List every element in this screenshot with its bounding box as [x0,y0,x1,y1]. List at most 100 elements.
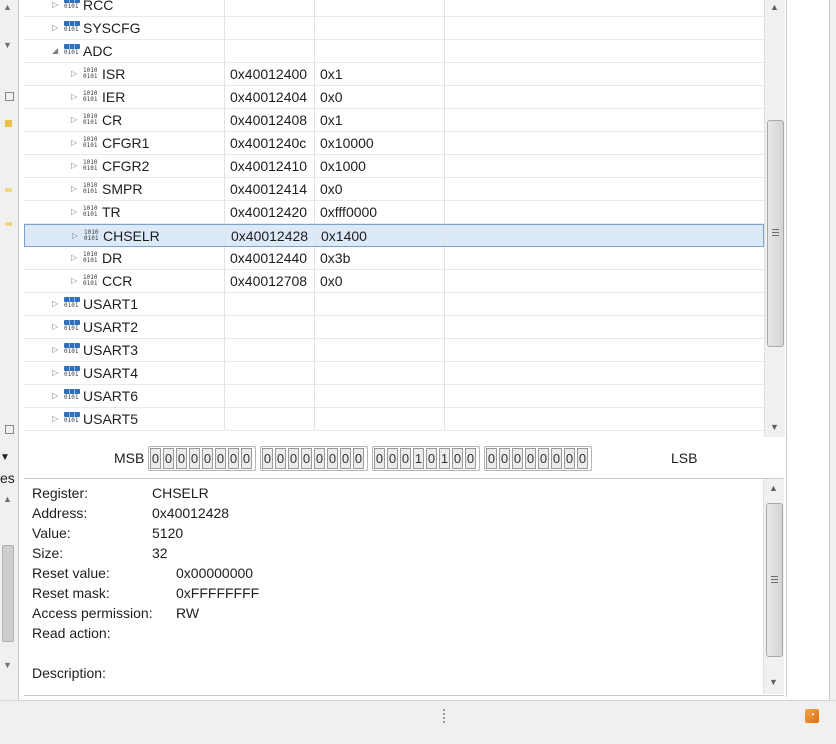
bit-toggle[interactable]: 0 [499,448,510,469]
expand-icon[interactable]: ▷ [71,86,77,108]
bit-toggle[interactable]: 0 [353,448,364,469]
register-row[interactable]: ▷ 1010 0101 IER 0x40012404 0x0 [24,86,764,109]
bit-toggle[interactable]: 0 [538,448,549,469]
expand-icon[interactable]: ▷ [52,17,58,39]
row-value[interactable]: 0xfff0000 [320,201,377,223]
bit-toggle[interactable]: 0 [387,448,398,469]
collapse-icon[interactable]: ◢ [52,40,58,62]
bit-toggle[interactable]: 0 [486,448,497,469]
register-row[interactable]: ▷ 1010 0101 SMPR 0x40012414 0x0 [24,178,764,201]
row-value[interactable]: 0x10000 [320,132,374,154]
row-value[interactable]: 0x1 [320,63,343,85]
row-value[interactable]: 0x1 [320,109,343,131]
sash-handle[interactable] [443,709,445,723]
expand-icon[interactable]: ▷ [52,339,58,361]
expand-icon[interactable]: ▷ [52,0,58,16]
bit-toggle[interactable]: 0 [512,448,523,469]
bit-toggle[interactable]: 0 [374,448,385,469]
expand-icon[interactable]: ▷ [71,201,77,223]
peripheral-row[interactable]: ▷ 0101 USART2 [24,316,764,339]
register-row[interactable]: ▷ 1010 0101 CHSELR 0x40012428 0x1400 [24,224,764,247]
register-icon: 1010 0101 [83,182,98,195]
register-row[interactable]: ▷ 1010 0101 CFGR2 0x40012410 0x1000 [24,155,764,178]
scroll-up-icon[interactable]: ▲ [3,2,12,12]
scrollbar-thumb[interactable] [766,503,783,657]
bit-toggle[interactable]: 0 [314,448,325,469]
details-scrollbar[interactable]: ▲ ▼ [763,479,784,694]
peripheral-row-partial[interactable] [24,431,764,437]
register-row[interactable]: ▷ 1010 0101 CR 0x40012408 0x1 [24,109,764,132]
peripheral-row[interactable]: ▷ 0101 RCC [24,0,764,17]
register-row[interactable]: ▷ 1010 0101 DR 0x40012440 0x3b [24,247,764,270]
bit-toggle[interactable]: 0 [564,448,575,469]
scrollbar-thumb[interactable] [2,545,14,642]
peripheral-row[interactable]: ▷ 0101 USART4 [24,362,764,385]
expand-icon[interactable]: ▷ [52,408,58,430]
bit-toggle[interactable]: 0 [301,448,312,469]
expand-icon[interactable]: ▷ [52,362,58,384]
expand-icon[interactable]: ▷ [71,270,77,292]
scroll-down-icon[interactable]: ▼ [3,660,12,670]
scroll-down-icon[interactable]: ▼ [3,40,12,50]
peripheral-row[interactable]: ▷ 0101 USART1 [24,293,764,316]
expand-icon[interactable]: ▷ [52,293,58,315]
bit-toggle[interactable]: 0 [150,448,161,469]
scroll-up-icon[interactable]: ▲ [769,483,778,493]
bit-toggle[interactable]: 0 [452,448,463,469]
bit-toggle[interactable]: 0 [176,448,187,469]
bit-toggle[interactable]: 0 [241,448,252,469]
bit-toggle[interactable]: 0 [163,448,174,469]
row-value[interactable]: 0x1400 [321,225,367,247]
peripheral-row[interactable]: ▷ 0101 SYSCFG [24,17,764,40]
row-address: 0x40012408 [230,112,308,128]
register-row[interactable]: ▷ 1010 0101 CFGR1 0x4001240c 0x10000 [24,132,764,155]
bit-toggle[interactable]: 0 [400,448,411,469]
scrollbar-thumb[interactable] [767,120,784,347]
scroll-down-icon[interactable]: ▼ [769,677,778,687]
bit-toggle[interactable]: 0 [288,448,299,469]
tree-scrollbar[interactable]: ▲ ▼ [764,0,785,437]
scroll-down-icon[interactable]: ▼ [770,422,779,432]
bit-toggle[interactable]: 0 [551,448,562,469]
scroll-up-icon[interactable]: ▲ [3,494,12,504]
expand-icon[interactable]: ▷ [71,109,77,131]
lsb-label: LSB [671,450,698,466]
bit-toggle[interactable]: 0 [426,448,437,469]
bit-toggle[interactable]: 0 [327,448,338,469]
bit-toggle[interactable]: 1 [413,448,424,469]
bit-toggle[interactable]: 0 [202,448,213,469]
row-value[interactable]: 0x0 [320,270,343,292]
rss-icon[interactable]: ◔ [805,709,819,723]
row-value[interactable]: 0x1000 [320,155,366,177]
bit-toggle[interactable]: 1 [439,448,450,469]
row-value[interactable]: 0x0 [320,86,343,108]
row-value[interactable]: 0x0 [320,178,343,200]
register-row[interactable]: ▷ 1010 0101 ISR 0x40012400 0x1 [24,63,764,86]
bit-toggle[interactable]: 0 [525,448,536,469]
expand-icon[interactable]: ▷ [71,132,77,154]
bit-toggle[interactable]: 0 [340,448,351,469]
expand-icon[interactable]: ▷ [71,155,77,177]
expand-icon[interactable]: ▷ [52,316,58,338]
peripheral-row[interactable]: ▷ 0101 USART6 [24,385,764,408]
dropdown-arrow-icon[interactable]: ▼ [0,452,10,463]
row-value[interactable]: 0x3b [320,247,350,269]
peripheral-row[interactable]: ▷ 0101 USART3 [24,339,764,362]
bit-toggle[interactable]: 0 [577,448,588,469]
expand-icon[interactable]: ▷ [72,225,78,247]
register-row[interactable]: ▷ 1010 0101 TR 0x40012420 0xfff0000 [24,201,764,224]
peripheral-row[interactable]: ◢ 0101 ADC [24,40,764,63]
bit-toggle[interactable]: 0 [262,448,273,469]
scroll-up-icon[interactable]: ▲ [770,2,779,12]
expand-icon[interactable]: ▷ [71,63,77,85]
bit-toggle[interactable]: 0 [275,448,286,469]
register-row[interactable]: ▷ 1010 0101 CCR 0x40012708 0x0 [24,270,764,293]
expand-icon[interactable]: ▷ [71,247,77,269]
bit-toggle[interactable]: 0 [228,448,239,469]
bit-toggle[interactable]: 0 [465,448,476,469]
peripheral-row[interactable]: ▷ 0101 USART5 [24,408,764,431]
bit-toggle[interactable]: 0 [215,448,226,469]
bit-toggle[interactable]: 0 [189,448,200,469]
expand-icon[interactable]: ▷ [71,178,77,200]
expand-icon[interactable]: ▷ [52,385,58,407]
